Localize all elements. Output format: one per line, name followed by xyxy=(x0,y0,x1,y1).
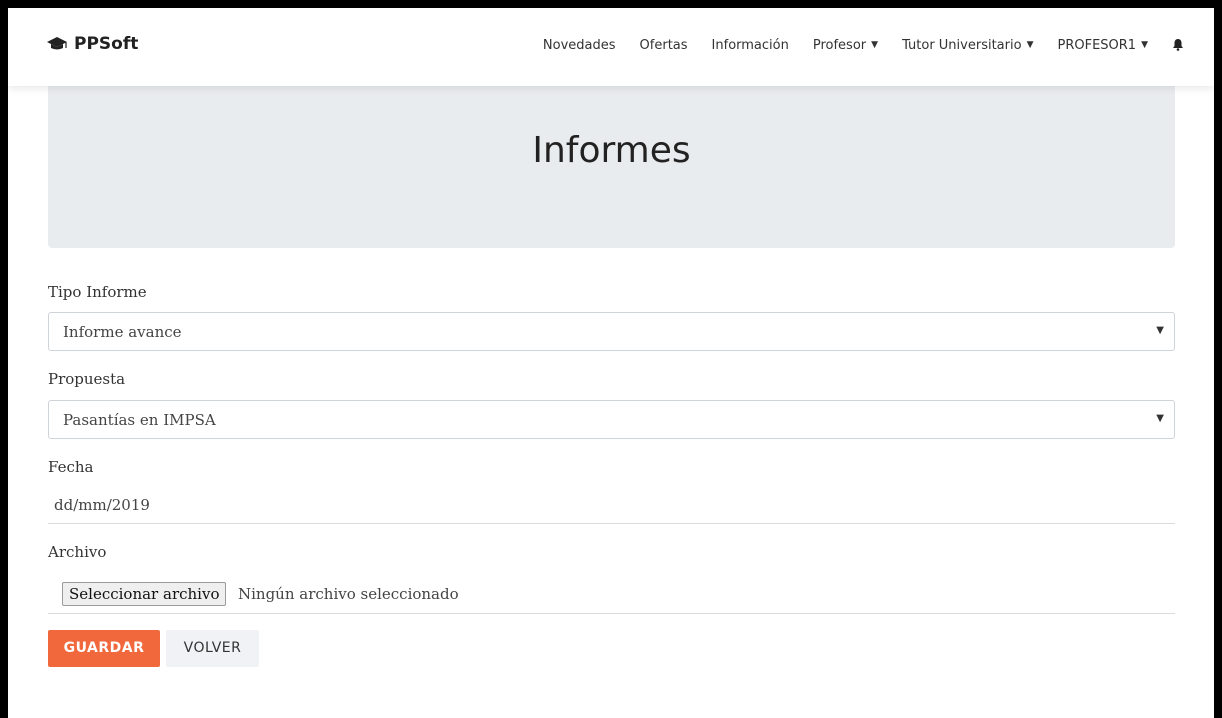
notifications-button[interactable] xyxy=(1172,38,1184,53)
browser-page: PPSoft Novedades Ofertas Información Pro… xyxy=(8,8,1214,718)
caret-down-icon: ▼ xyxy=(871,40,879,50)
tipo-informe-label: Tipo Informe xyxy=(48,283,147,301)
file-status-text: Ningún archivo seleccionado xyxy=(238,585,459,603)
choose-file-button[interactable]: Seleccionar archivo xyxy=(62,582,227,606)
bell-icon xyxy=(1173,39,1183,51)
graduation-cap-icon xyxy=(47,37,67,50)
tipo-informe-select[interactable]: Informe avance ▼ xyxy=(48,312,1175,351)
propuesta-label: Propuesta xyxy=(48,370,126,388)
nav-label: Ofertas xyxy=(639,38,688,53)
navbar: PPSoft Novedades Ofertas Información Pro… xyxy=(8,8,1214,86)
propuesta-value: Pasantías en IMPSA xyxy=(63,411,216,429)
tipo-informe-value: Informe avance xyxy=(63,323,182,341)
archivo-file-input: Seleccionar archivo Ningún archivo selec… xyxy=(48,578,1175,614)
fecha-label: Fecha xyxy=(48,458,94,476)
nav-dropdown-user[interactable]: PROFESOR1 ▼ xyxy=(1057,38,1148,53)
nav-label: PROFESOR1 xyxy=(1057,38,1137,53)
nav-label: Profesor xyxy=(812,38,867,53)
brand[interactable]: PPSoft xyxy=(46,34,138,54)
caret-down-icon: ▼ xyxy=(1026,40,1034,50)
fecha-input[interactable]: dd/mm/2019 xyxy=(48,488,1175,524)
save-button[interactable]: GUARDAR xyxy=(48,630,160,667)
back-button[interactable]: VOLVER xyxy=(166,630,259,667)
nav-menu: Novedades Ofertas Información Profesor ▼ … xyxy=(543,38,1184,53)
page-header: Informes xyxy=(48,86,1175,248)
nav-label: Tutor Universitario xyxy=(902,38,1022,53)
nav-item-novedades[interactable]: Novedades xyxy=(543,38,616,53)
brand-name: PPSoft xyxy=(74,34,139,54)
nav-label: Novedades xyxy=(542,38,616,53)
nav-item-informacion[interactable]: Información xyxy=(712,38,789,53)
page-title: Informes xyxy=(532,130,691,171)
nav-dropdown-tutor-universitario[interactable]: Tutor Universitario ▼ xyxy=(902,38,1033,53)
dropdown-arrow-icon: ▼ xyxy=(1156,413,1164,424)
dropdown-arrow-icon: ▼ xyxy=(1156,325,1164,336)
nav-label: Información xyxy=(711,38,789,53)
nav-item-ofertas[interactable]: Ofertas xyxy=(640,38,688,53)
fecha-value: dd/mm/2019 xyxy=(54,496,150,514)
archivo-label: Archivo xyxy=(48,543,107,561)
caret-down-icon: ▼ xyxy=(1141,40,1148,50)
nav-dropdown-profesor[interactable]: Profesor ▼ xyxy=(813,38,878,53)
propuesta-select[interactable]: Pasantías en IMPSA ▼ xyxy=(48,400,1175,439)
